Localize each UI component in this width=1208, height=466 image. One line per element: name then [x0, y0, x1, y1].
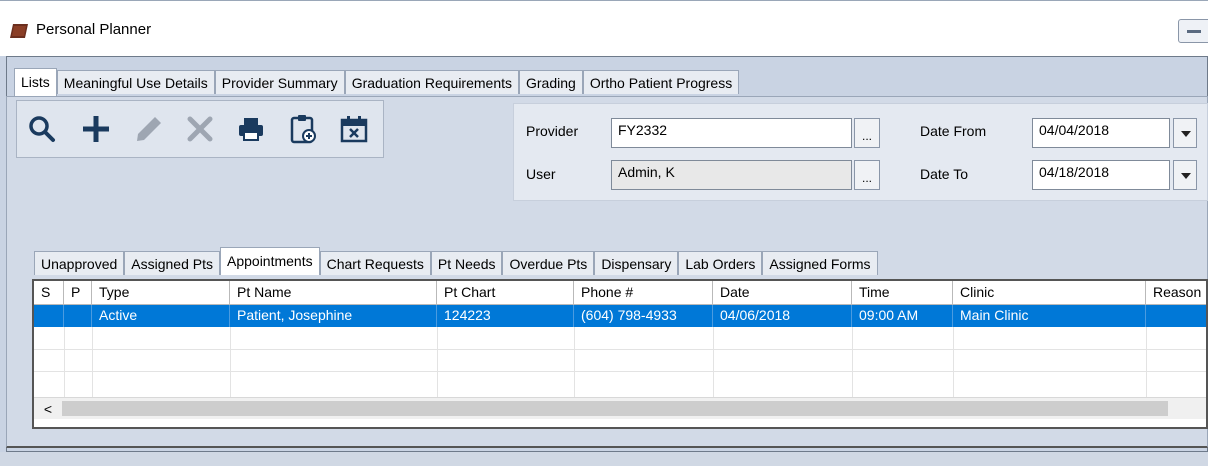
appointments-grid[interactable]: S P Type Pt Name Pt Chart Phone # Date T…: [32, 279, 1208, 429]
toolbar: [16, 100, 384, 158]
grid-column-line: [852, 327, 853, 397]
grid-column-line: [713, 327, 714, 397]
tab-ortho-patient-progress[interactable]: Ortho Patient Progress: [582, 70, 740, 94]
minimize-button[interactable]: [1178, 19, 1208, 43]
grid-line: [34, 349, 1206, 350]
title-bar: Personal Planner: [0, 0, 1208, 56]
list-tabs: Unapproved Assigned Pts Appointments Cha…: [34, 247, 878, 275]
clipboard-add-icon: [290, 115, 316, 144]
horizontal-scrollbar[interactable]: <: [34, 397, 1206, 419]
grid-column-line: [92, 327, 93, 397]
tab-overdue-pts[interactable]: Overdue Pts: [502, 251, 595, 275]
edit-button[interactable]: [134, 114, 164, 144]
grid-column-line: [574, 327, 575, 397]
tab-meaningful-use-details[interactable]: Meaningful Use Details: [56, 70, 215, 94]
column-header-phone[interactable]: Phone #: [574, 281, 713, 305]
grid-header: S P Type Pt Name Pt Chart Phone # Date T…: [34, 281, 1206, 305]
tab-chart-requests[interactable]: Chart Requests: [319, 251, 431, 275]
tab-pt-needs[interactable]: Pt Needs: [430, 251, 503, 275]
user-lookup-button[interactable]: ...: [854, 160, 880, 190]
date-from-dropdown[interactable]: [1173, 118, 1197, 148]
tab-unapproved[interactable]: Unapproved: [34, 251, 125, 275]
column-header-date[interactable]: Date: [713, 281, 852, 305]
cell-clinic: Main Clinic: [953, 305, 1146, 327]
column-header-time[interactable]: Time: [852, 281, 953, 305]
cell-type: Active: [92, 305, 230, 327]
tab-graduation-requirements[interactable]: Graduation Requirements: [344, 70, 519, 94]
print-button[interactable]: [236, 114, 266, 144]
search-button[interactable]: [27, 114, 57, 144]
date-from-field[interactable]: 04/04/2018: [1032, 118, 1170, 148]
book-icon: [10, 24, 28, 38]
provider-field[interactable]: FY2332: [611, 118, 852, 148]
user-field[interactable]: Admin, K: [611, 160, 852, 190]
column-header-s[interactable]: S: [34, 281, 64, 305]
date-to-label: Date To: [920, 166, 968, 182]
cell-pt-chart: 124223: [437, 305, 574, 327]
column-header-p[interactable]: P: [64, 281, 92, 305]
clipboard-add-button[interactable]: [288, 114, 318, 144]
cell-s: [34, 305, 64, 327]
tab-assigned-pts[interactable]: Assigned Pts: [124, 251, 220, 275]
calendar-remove-icon: [340, 116, 368, 143]
delete-icon: [187, 116, 213, 142]
cell-pt-name: Patient, Josephine: [230, 305, 437, 327]
print-icon: [239, 118, 263, 141]
search-icon: [29, 116, 55, 142]
grid-column-line: [230, 327, 231, 397]
personal-planner-window: Personal Planner Lists Meaningful Use De…: [0, 0, 1208, 466]
scroll-left-arrow-icon[interactable]: <: [38, 400, 58, 418]
tab-assigned-forms[interactable]: Assigned Forms: [762, 251, 878, 275]
date-from-label: Date From: [920, 123, 987, 139]
tab-dispensary[interactable]: Dispensary: [594, 251, 679, 275]
delete-button[interactable]: [185, 114, 215, 144]
grid-column-line: [953, 327, 954, 397]
edit-icon: [137, 117, 161, 141]
provider-lookup-button[interactable]: ...: [854, 118, 880, 148]
table-row[interactable]: Active Patient, Josephine 124223 (604) 7…: [34, 305, 1206, 327]
cell-date: 04/06/2018: [713, 305, 852, 327]
cell-time: 09:00 AM: [852, 305, 953, 327]
window-title: Personal Planner: [36, 21, 152, 38]
status-strip: [0, 452, 1208, 466]
tab-lists[interactable]: Lists: [14, 68, 57, 96]
tab-provider-summary[interactable]: Provider Summary: [214, 70, 345, 94]
add-button[interactable]: [81, 114, 111, 144]
grid-column-line: [437, 327, 438, 397]
cell-p: [64, 305, 92, 327]
column-header-reason[interactable]: Reason: [1146, 281, 1206, 305]
grid-column-line: [64, 327, 65, 397]
cell-reason: [1146, 305, 1206, 327]
cell-phone: (604) 798-4933: [574, 305, 713, 327]
calendar-remove-button[interactable]: [339, 114, 369, 144]
tab-appointments[interactable]: Appointments: [220, 247, 320, 275]
minimize-icon: [1187, 30, 1201, 33]
main-tabs: Lists Meaningful Use Details Provider Su…: [14, 68, 740, 96]
add-icon: [83, 116, 109, 142]
column-header-type[interactable]: Type: [92, 281, 230, 305]
tab-grading[interactable]: Grading: [519, 70, 583, 94]
grid-column-line: [1146, 327, 1147, 397]
tab-lab-orders[interactable]: Lab Orders: [678, 251, 763, 275]
column-header-pt-chart[interactable]: Pt Chart: [437, 281, 574, 305]
column-header-clinic[interactable]: Clinic: [953, 281, 1146, 305]
user-label: User: [526, 166, 556, 182]
column-header-pt-name[interactable]: Pt Name: [230, 281, 437, 305]
date-to-field[interactable]: 04/18/2018: [1032, 160, 1170, 190]
grid-line: [34, 371, 1206, 372]
provider-label: Provider: [526, 123, 579, 139]
date-to-dropdown[interactable]: [1173, 160, 1197, 190]
scrollbar-thumb[interactable]: [62, 401, 1168, 416]
